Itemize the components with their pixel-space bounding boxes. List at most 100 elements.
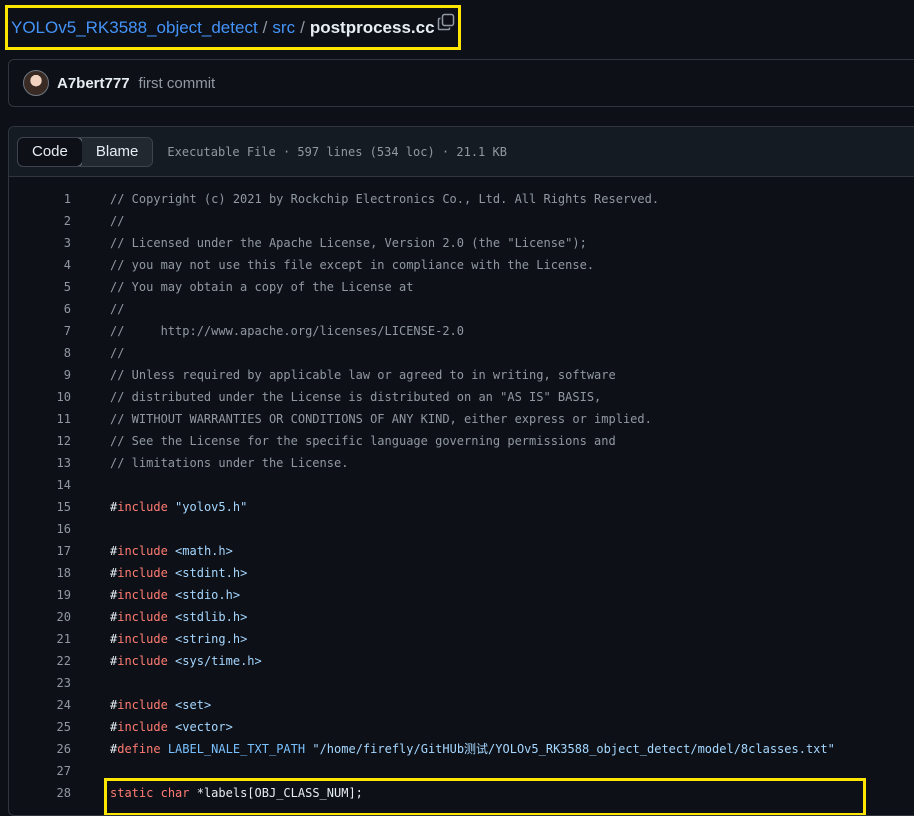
line-number[interactable]: 11 [9, 408, 71, 430]
file-header: Code Blame Executable File · 597 lines (… [9, 127, 914, 177]
code-line: 10 // distributed under the License is di… [9, 386, 914, 408]
code-token: // [110, 214, 125, 228]
line-number[interactable]: 23 [9, 672, 71, 694]
code-token: // Licensed under the Apache License, Ve… [110, 236, 587, 250]
line-content: // limitations under the License. [110, 452, 348, 474]
code-line: 15 #include "yolov5.h" [9, 496, 914, 518]
code-token: // Copyright (c) 2021 by Rockchip Electr… [110, 192, 660, 206]
copy-path-icon[interactable] [437, 13, 455, 31]
line-number[interactable]: 25 [9, 716, 71, 738]
line-number[interactable]: 9 [9, 364, 71, 386]
code-token: include [117, 632, 168, 646]
breadcrumb-separator: / [262, 17, 268, 37]
code-line: 5 // You may obtain a copy of the License… [9, 276, 914, 298]
code-tab-button[interactable]: Code [18, 137, 83, 166]
line-content: #include <string.h> [110, 628, 247, 650]
code-token: include [117, 566, 168, 580]
line-number[interactable]: 28 [9, 782, 71, 804]
code-line: 19 #include <stdio.h> [9, 584, 914, 606]
breadcrumb-bar: YOLOv5_RK3588_object_detect / src / post… [0, 0, 914, 56]
code-line: 16 [9, 518, 914, 540]
line-content: #include <vector> [110, 716, 233, 738]
code-token: *labels[OBJ_CLASS_NUM]; [189, 786, 363, 800]
code-token: <sys/time.h> [175, 654, 262, 668]
line-number[interactable]: 27 [9, 760, 71, 782]
line-number[interactable]: 12 [9, 430, 71, 452]
line-number[interactable]: 26 [9, 738, 71, 760]
breadcrumb-folder-link[interactable]: src [272, 18, 295, 38]
code-token: <stdint.h> [175, 566, 248, 580]
code-line: 17 #include <math.h> [9, 540, 914, 562]
blame-tab-button[interactable]: Blame [81, 137, 153, 166]
code-token: <string.h> [175, 632, 248, 646]
code-token: include [117, 610, 168, 624]
line-number[interactable]: 6 [9, 298, 71, 320]
code-token: // WITHOUT WARRANTIES OR CONDITIONS OF A… [110, 412, 652, 426]
line-content: // Copyright (c) 2021 by Rockchip Electr… [110, 188, 659, 210]
line-content: // See the License for the specific lang… [110, 430, 616, 452]
line-number[interactable]: 8 [9, 342, 71, 364]
code-line: 21 #include <string.h> [9, 628, 914, 650]
code-line: 26 #define LABEL_NALE_TXT_PATH "/home/fir… [9, 738, 914, 760]
code-token: <set> [175, 698, 212, 712]
line-number[interactable]: 20 [9, 606, 71, 628]
line-content: #include "yolov5.h" [110, 496, 247, 518]
file-viewer: Code Blame Executable File · 597 lines (… [8, 126, 914, 816]
line-number[interactable]: 14 [9, 474, 71, 496]
line-content: // WITHOUT WARRANTIES OR CONDITIONS OF A… [110, 408, 652, 430]
line-number[interactable]: 7 [9, 320, 71, 342]
code-token: include [117, 500, 168, 514]
line-number[interactable]: 3 [9, 232, 71, 254]
line-number[interactable]: 22 [9, 650, 71, 672]
code-line: 14 [9, 474, 914, 496]
line-number[interactable]: 13 [9, 452, 71, 474]
line-number[interactable]: 24 [9, 694, 71, 716]
commit-message-link[interactable]: first commit [139, 75, 216, 92]
breadcrumb: YOLOv5_RK3588_object_detect / src / post… [5, 5, 461, 50]
code-line: 3 // Licensed under the Apache License, V… [9, 232, 914, 254]
code-line: 28 static char *labels[OBJ_CLASS_NUM]; [9, 782, 914, 804]
code-token: <math.h> [175, 544, 233, 558]
code-token: static [110, 786, 154, 800]
line-number[interactable]: 2 [9, 210, 71, 232]
breadcrumb-repo-link[interactable]: YOLOv5_RK3588_object_detect [11, 18, 258, 38]
line-content: // [110, 210, 124, 232]
line-content: // you may not use this file except in c… [110, 254, 594, 276]
line-content: // [110, 342, 124, 364]
line-number[interactable]: 19 [9, 584, 71, 606]
line-number[interactable]: 16 [9, 518, 71, 540]
code-token: <vector> [175, 720, 233, 734]
code-line: 11 // WITHOUT WARRANTIES OR CONDITIONS OF… [9, 408, 914, 430]
line-content: // distributed under the License is dist… [110, 386, 601, 408]
line-number[interactable]: 4 [9, 254, 71, 276]
line-number[interactable]: 17 [9, 540, 71, 562]
code-view[interactable]: 1 // Copyright (c) 2021 by Rockchip Elect… [9, 177, 914, 815]
line-number[interactable]: 10 [9, 386, 71, 408]
line-content: // http://www.apache.org/licenses/LICENS… [110, 320, 464, 342]
line-number[interactable]: 1 [9, 188, 71, 210]
code-line: 6 // [9, 298, 914, 320]
code-token: <stdio.h> [175, 588, 241, 602]
breadcrumb-current-file: postprocess.cc [309, 17, 435, 37]
commit-author-link[interactable]: A7bert777 [57, 75, 130, 92]
line-number[interactable]: 21 [9, 628, 71, 650]
code-line: 23 [9, 672, 914, 694]
code-line: 20 #include <stdlib.h> [9, 606, 914, 628]
code-line: 2 // [9, 210, 914, 232]
line-content: // [110, 298, 124, 320]
code-token: // [110, 346, 125, 360]
line-number[interactable]: 15 [9, 496, 71, 518]
line-content: #include <sys/time.h> [110, 650, 262, 672]
code-token: // you may not use this file except in c… [110, 258, 595, 272]
code-line: 12 // See the License for the specific la… [9, 430, 914, 452]
breadcrumb-separator: / [300, 17, 305, 37]
avatar[interactable] [23, 70, 49, 96]
line-number[interactable]: 5 [9, 276, 71, 298]
line-number[interactable]: 18 [9, 562, 71, 584]
